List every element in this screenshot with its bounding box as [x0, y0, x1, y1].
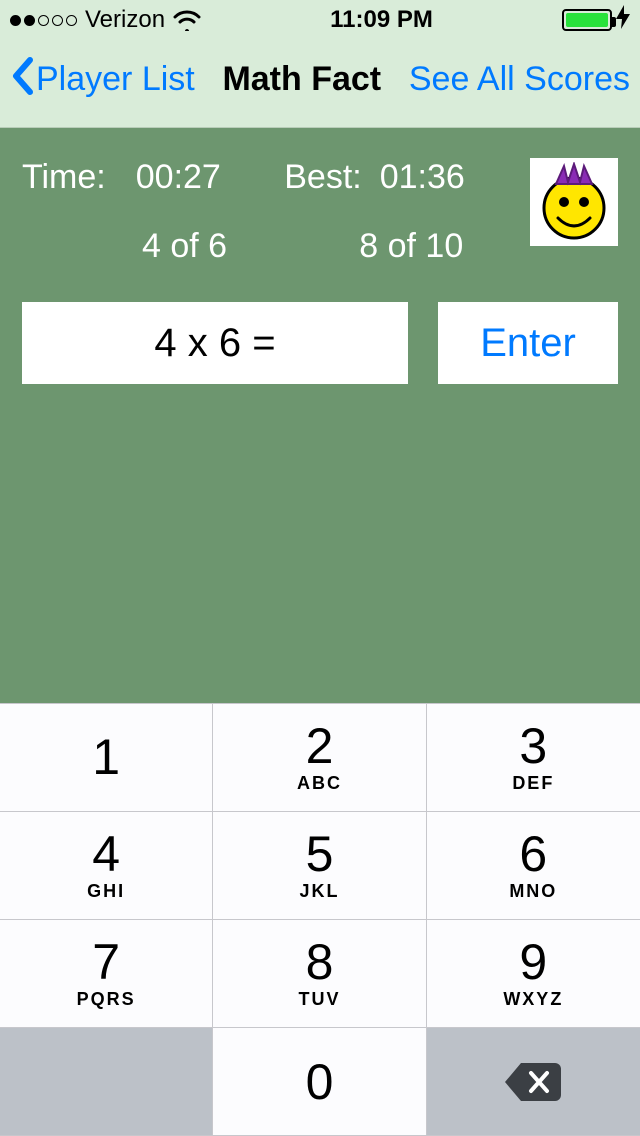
key-letters: GHI: [87, 881, 125, 902]
avatar: [530, 158, 618, 246]
key-digit: 9: [519, 937, 547, 987]
key-digit: 2: [306, 721, 334, 771]
signal-strength-icon: [10, 15, 77, 26]
key-digit: 5: [306, 829, 334, 879]
key-digit: 6: [519, 829, 547, 879]
key-0[interactable]: 0: [213, 1028, 426, 1136]
key-digit: 3: [519, 721, 547, 771]
time-progress: 4 of 6: [142, 227, 227, 266]
key-1[interactable]: 1: [0, 704, 213, 812]
key-8[interactable]: 8 TUV: [213, 920, 426, 1028]
charging-icon: [616, 5, 630, 35]
key-delete[interactable]: [427, 1028, 640, 1136]
key-2[interactable]: 2 ABC: [213, 704, 426, 812]
best-progress: 8 of 10: [359, 227, 463, 266]
key-7[interactable]: 7 PQRS: [0, 920, 213, 1028]
key-letters: TUV: [298, 989, 340, 1010]
key-4[interactable]: 4 GHI: [0, 812, 213, 920]
wifi-icon: [173, 9, 201, 31]
status-left: Verizon: [10, 6, 201, 34]
best-value: 01:36: [380, 158, 465, 197]
key-letters: JKL: [299, 881, 339, 902]
key-letters: DEF: [512, 773, 554, 794]
page-title: Math Fact: [222, 60, 381, 99]
key-letters: ABC: [297, 773, 342, 794]
back-label: Player List: [36, 60, 195, 99]
chevron-left-icon: [10, 56, 34, 104]
key-digit: 0: [306, 1057, 334, 1107]
see-all-scores-button[interactable]: See All Scores: [409, 60, 630, 99]
backspace-icon: [503, 1061, 563, 1103]
status-time: 11:09 PM: [330, 6, 433, 34]
stats-right: Best: 01:36 8 of 10: [284, 158, 465, 266]
time-value: 00:27: [136, 158, 221, 197]
stats-row: Time: 00:27 4 of 6 Best: 01:36 8 of 10: [22, 158, 618, 266]
status-bar: Verizon 11:09 PM: [0, 0, 640, 40]
key-5[interactable]: 5 JKL: [213, 812, 426, 920]
key-letters: WXYZ: [503, 989, 563, 1010]
best-label: Best:: [284, 158, 361, 197]
main-area: Time: 00:27 4 of 6 Best: 01:36 8 of 10: [0, 128, 640, 703]
question-prompt[interactable]: 4 x 6 =: [22, 302, 408, 384]
key-6[interactable]: 6 MNO: [427, 812, 640, 920]
key-letters: MNO: [509, 881, 557, 902]
time-label: Time:: [22, 158, 106, 197]
status-right: [562, 5, 630, 35]
battery-icon: [562, 9, 612, 31]
key-digit: 1: [92, 732, 120, 782]
input-row: 4 x 6 = Enter: [22, 302, 618, 384]
key-empty-left: [0, 1028, 213, 1136]
key-9[interactable]: 9 WXYZ: [427, 920, 640, 1028]
key-digit: 7: [92, 937, 120, 987]
stats-left: Time: 00:27 4 of 6: [22, 158, 227, 266]
key-digit: 4: [92, 829, 120, 879]
numeric-keypad: 1 2 ABC 3 DEF 4 GHI 5 JKL 6 MNO 7 PQRS 8…: [0, 703, 640, 1136]
key-3[interactable]: 3 DEF: [427, 704, 640, 812]
nav-bar: Player List Math Fact See All Scores: [0, 40, 640, 128]
key-letters: PQRS: [77, 989, 136, 1010]
key-digit: 8: [306, 937, 334, 987]
back-button[interactable]: Player List: [10, 56, 195, 104]
enter-button[interactable]: Enter: [438, 302, 618, 384]
carrier-label: Verizon: [85, 6, 165, 34]
